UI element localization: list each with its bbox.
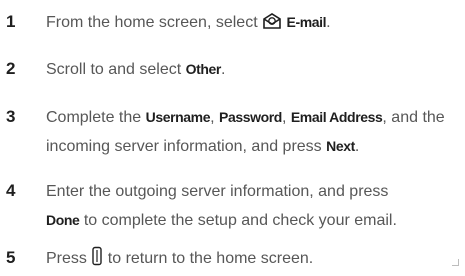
step-number: 3 bbox=[6, 107, 16, 126]
step-text-part: incoming server information, and press bbox=[46, 138, 327, 155]
step-text-part: . bbox=[354, 138, 360, 155]
end-key-icon bbox=[91, 246, 103, 276]
step-text: Enter the outgoing server information, a… bbox=[46, 177, 456, 235]
step-text-part: Press bbox=[46, 250, 92, 267]
email-envelope-icon bbox=[262, 11, 282, 40]
done-key-label: Done bbox=[46, 212, 80, 228]
username-key-label: Username bbox=[145, 109, 211, 125]
step-text: Press to return to the home screen. bbox=[46, 244, 456, 273]
step-text-part: to return to the home screen. bbox=[103, 250, 314, 267]
step-number: 4 bbox=[6, 181, 16, 200]
step-text-part: Scroll to and select bbox=[46, 61, 186, 78]
step-number: 5 bbox=[6, 248, 16, 267]
email-key-label: E-mail bbox=[286, 14, 327, 30]
step-text-part: , bbox=[210, 109, 220, 126]
step-text-part: , bbox=[281, 109, 291, 126]
next-key-label: Next bbox=[326, 138, 355, 154]
step-number: 1 bbox=[6, 12, 16, 31]
step-text-part: , and the bbox=[382, 109, 445, 126]
step-text: From the home screen, select E-mail. bbox=[46, 8, 456, 37]
other-key-label: Other bbox=[185, 61, 222, 77]
page-corner-mark bbox=[452, 259, 459, 266]
step-text-part: Enter the outgoing server information, a… bbox=[46, 183, 389, 200]
step-text-part: From the home screen, select bbox=[46, 14, 263, 31]
password-key-label: Password bbox=[219, 109, 282, 125]
step-text-part: . bbox=[326, 14, 331, 31]
step-text-part: . bbox=[220, 61, 226, 78]
step-text-part: to complete the setup and check your ema… bbox=[79, 212, 397, 229]
step-number: 2 bbox=[6, 59, 16, 78]
step-text: Complete the Username, Password, Email A… bbox=[46, 103, 456, 161]
step-text: Scroll to and select Other. bbox=[46, 55, 456, 84]
email-address-key-label: Email Address bbox=[290, 109, 383, 125]
step-text-part: Complete the bbox=[46, 109, 146, 126]
